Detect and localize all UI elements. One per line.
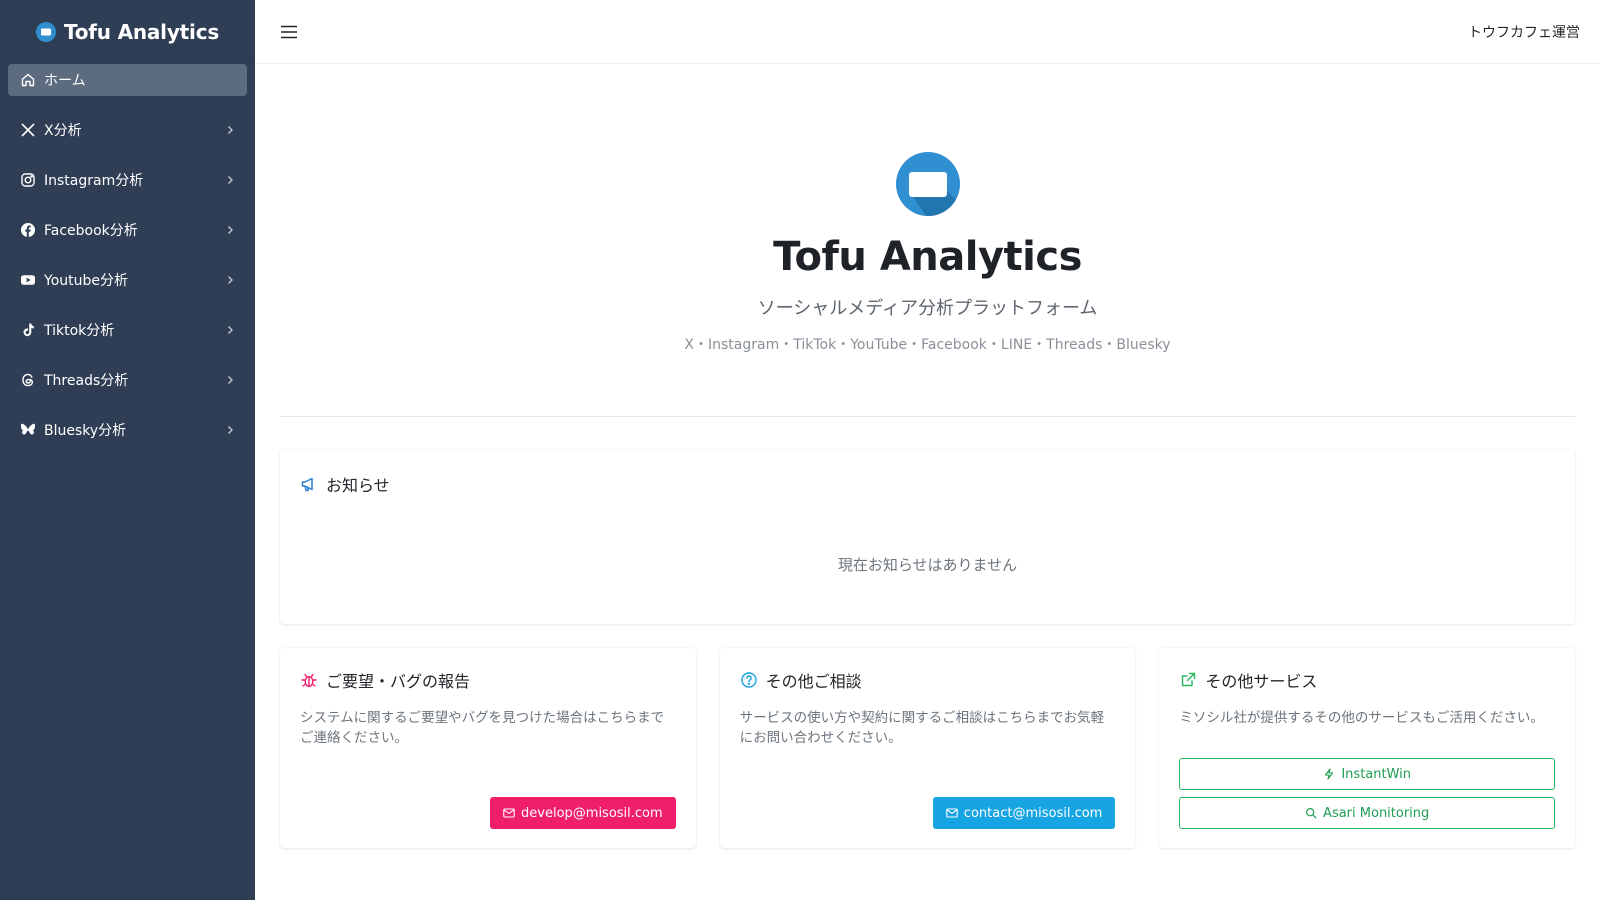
consultation-title: その他ご相談 <box>765 672 862 691</box>
chevron-right-icon <box>228 376 233 384</box>
threads-icon <box>22 373 34 387</box>
sidebar-item-home[interactable]: ホーム <box>8 64 247 96</box>
sidebar-item-label: Instagram分析 <box>44 173 144 189</box>
x-icon <box>21 123 35 137</box>
megaphone-icon <box>301 477 313 492</box>
sidebar-item-label: Bluesky分析 <box>44 423 127 439</box>
sidebar-item-label: Facebook分析 <box>44 223 138 239</box>
question-circle-icon <box>740 672 757 688</box>
sidebar-item-label: Youtube分析 <box>44 273 128 289</box>
sidebar-item-bluesky[interactable]: Bluesky分析 <box>8 405 247 455</box>
notice-title: お知らせ <box>326 476 390 495</box>
instantwin-button[interactable]: InstantWin <box>1179 758 1556 790</box>
lightning-icon <box>1325 768 1334 780</box>
sidebar-item-label: Threads分析 <box>44 373 129 389</box>
hero-subtitle: ソーシャルメディア分析プラットフォーム <box>757 298 1098 319</box>
menu-toggle-button[interactable] <box>275 18 303 46</box>
chevron-right-icon <box>228 426 233 434</box>
chevron-right-icon <box>228 226 233 234</box>
develop-email-button[interactable]: develop@misosil.com <box>490 797 676 829</box>
brand-name: Tofu Analytics <box>63 20 220 44</box>
chevron-right-icon <box>228 326 233 334</box>
hero: Tofu Analytics ソーシャルメディア分析プラットフォーム X・Ins… <box>280 64 1575 417</box>
brand[interactable]: Tofu Analytics <box>0 0 255 64</box>
other-services-header: その他サービス <box>1179 668 1555 692</box>
sidebar-item-youtube[interactable]: Youtube分析 <box>8 255 247 305</box>
chevron-right-icon <box>228 126 233 134</box>
consultation-card: その他ご相談 サービスの使い方や契約に関するご相談はこちらまでお気軽にお問い合わ… <box>719 648 1136 848</box>
youtube-icon <box>21 275 35 285</box>
sidebar-item-threads[interactable]: Threads分析 <box>8 355 247 405</box>
sidebar-item-label: X分析 <box>44 123 82 139</box>
hamburger-menu-icon <box>281 25 297 38</box>
hero-title: Tofu Analytics <box>773 234 1082 280</box>
bug-report-description: システムに関するご要望やバグを見つけた場合はこちらまでご連絡ください。 <box>300 710 665 747</box>
instantwin-label: InstantWin <box>1341 766 1412 782</box>
bug-report-card: ご要望・バグの報告 システムに関するご要望やバグを見つけた場合はこちらまでご連絡… <box>280 648 696 848</box>
instagram-icon <box>21 173 35 187</box>
chevron-right-icon <box>228 176 233 184</box>
home-icon <box>21 73 35 87</box>
contact-cards: ご要望・バグの報告 システムに関するご要望やバグを見つけた場合はこちらまでご連絡… <box>280 648 1576 848</box>
search-icon <box>1306 807 1317 819</box>
sidebar-item-instagram[interactable]: Instagram分析 <box>8 155 247 205</box>
bug-report-header: ご要望・バグの報告 <box>300 668 676 692</box>
tiktok-icon <box>23 323 34 337</box>
sidebar: Tofu Analytics ホーム X分析 Instagram分析 Faceb… <box>0 0 255 900</box>
main-content: Tofu Analytics ソーシャルメディア分析プラットフォーム X・Ins… <box>255 64 1600 900</box>
mail-icon <box>503 808 515 818</box>
sidebar-item-label: ホーム <box>44 73 86 89</box>
external-link-icon <box>1182 672 1196 687</box>
asari-monitoring-label: Asari Monitoring <box>1323 805 1430 821</box>
topbar: トウフカフェ運営 <box>255 0 1600 64</box>
facebook-icon <box>21 223 35 237</box>
supported-platforms: X・Instagram・TikTok・YouTube・Facebook・LINE… <box>684 337 1171 353</box>
consultation-header: その他ご相談 <box>740 668 1116 692</box>
notice-card: お知らせ 現在お知らせはありません <box>280 450 1575 624</box>
bluesky-icon <box>21 423 35 435</box>
consultation-description: サービスの使い方や契約に関するご相談はこちらまでお気軽にお問い合わせください。 <box>739 710 1105 747</box>
bug-report-title: ご要望・バグの報告 <box>326 672 471 691</box>
notice-header: お知らせ <box>300 472 1555 496</box>
asari-monitoring-button[interactable]: Asari Monitoring <box>1179 797 1556 829</box>
sidebar-item-facebook[interactable]: Facebook分析 <box>8 205 247 255</box>
organization-name[interactable]: トウフカフェ運営 <box>1468 22 1580 42</box>
sidebar-item-label: Tiktok分析 <box>44 323 115 339</box>
contact-email-button[interactable]: contact@misosil.com <box>932 797 1116 829</box>
other-services-title: その他サービス <box>1205 672 1318 691</box>
tofu-logo-icon <box>35 22 56 42</box>
mail-icon <box>946 808 958 818</box>
chevron-right-icon <box>228 276 233 284</box>
sidebar-item-x[interactable]: X分析 <box>8 105 247 155</box>
sidebar-nav: ホーム X分析 Instagram分析 Facebook分析 Youtube分析… <box>0 64 255 455</box>
contact-email-label: contact@misosil.com <box>963 805 1103 821</box>
other-services-description: ミソシル社が提供するその他のサービスもご活用ください。 <box>1179 710 1544 726</box>
notice-empty-message: 現在お知らせはありません <box>837 556 1018 574</box>
sidebar-item-tiktok[interactable]: Tiktok分析 <box>8 305 247 355</box>
bug-icon <box>301 673 317 688</box>
develop-email-label: develop@misosil.com <box>521 805 663 821</box>
tofu-logo-icon <box>895 152 960 216</box>
other-services-card: その他サービス ミソシル社が提供するその他のサービスもご活用ください。 Inst… <box>1159 648 1576 848</box>
